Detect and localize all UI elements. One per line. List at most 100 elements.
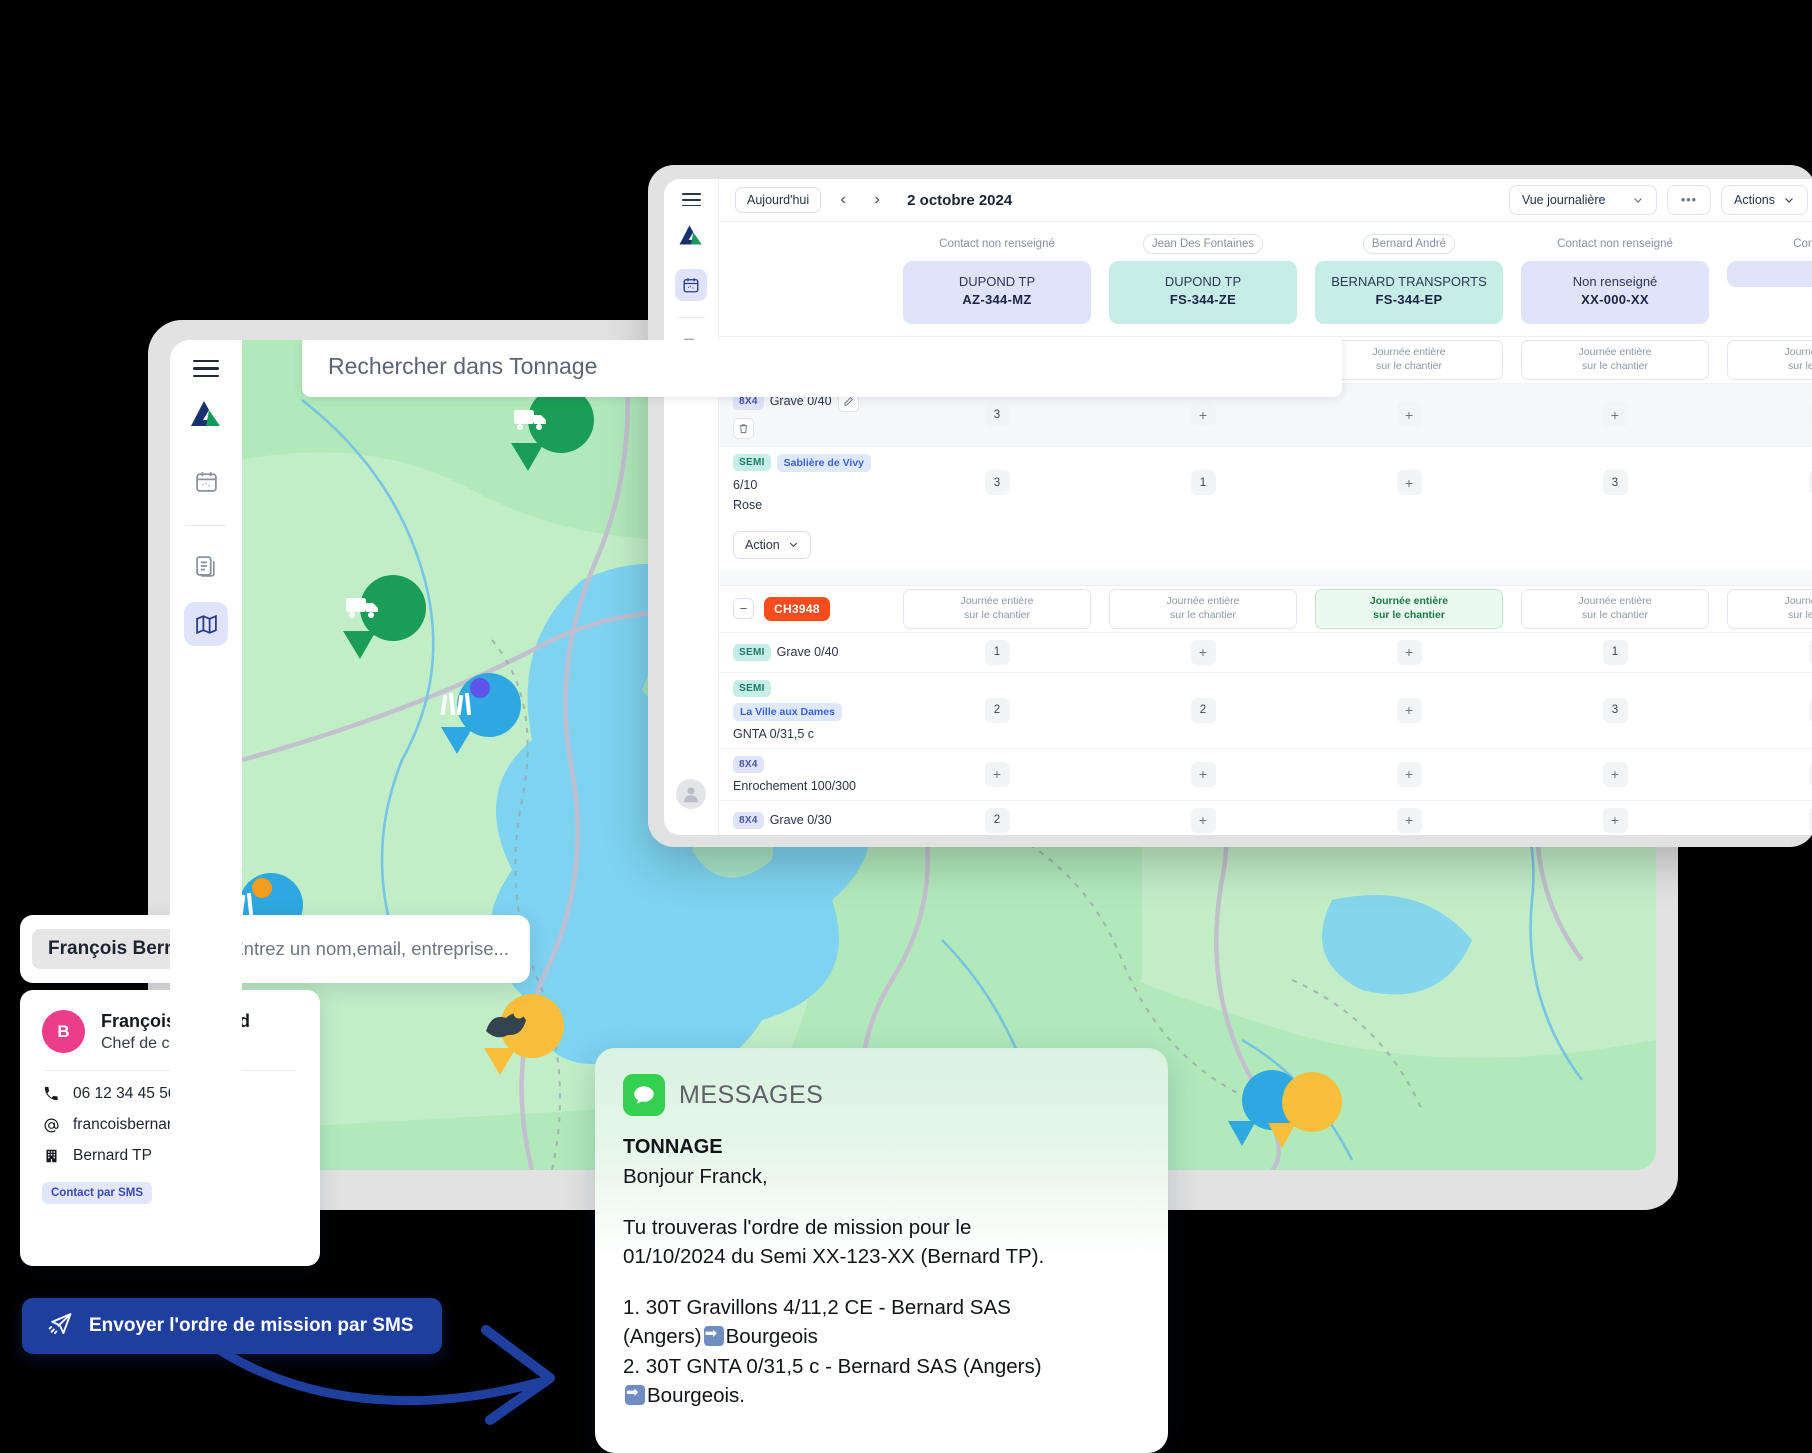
arrow-right-icon [625,1385,645,1405]
cell-value[interactable]: + [1397,762,1422,787]
today-button[interactable]: Aujourd'hui [735,187,821,213]
cell-value[interactable]: 1 [1603,640,1628,665]
cell-value[interactable]: + [1809,808,1812,833]
cell-value[interactable]: + [1397,808,1422,833]
phone-icon [42,1086,60,1102]
day-status-chip[interactable]: Journée entière sur le chantier [1315,340,1503,379]
cell-value[interactable]: 1 [1191,470,1216,495]
contact-chip[interactable]: Bernard André [1363,234,1455,254]
view-mode-select[interactable]: Vue journalière [1509,185,1657,215]
rail-divider [677,317,705,318]
vehicle-card[interactable]: BERNARD TRANSPORTS FS-344-EP [1315,261,1503,324]
cell-value[interactable]: + [1809,470,1812,495]
more-options-button[interactable]: ••• [1667,185,1711,215]
cell-value[interactable]: + [1603,402,1628,427]
cell-value[interactable]: 2 [1191,698,1216,723]
row-subtitle: GNTA 0/31,5 c [733,727,884,741]
day-status-chip[interactable]: Journée entière sur le chantier [1727,589,1812,628]
contact-search-box[interactable]: François Bernard Entrez un nom,email, en… [20,915,530,983]
chevron-down-icon [788,539,799,550]
contact-chip[interactable]: Jean Des Fontaines [1143,234,1263,254]
contact-chip[interactable]: Contact no [1784,234,1812,254]
sms-item1-line2: (Angers)Bourgeois [623,1322,1140,1351]
cell-value[interactable]: + [1603,808,1628,833]
menu-burger-icon[interactable] [193,360,219,378]
cell-value[interactable]: + [1397,402,1422,427]
sms-item2-dest: Bourgeois. [647,1384,745,1407]
cell-value[interactable]: 1 [985,640,1010,665]
cell-value[interactable]: 2 [985,808,1010,833]
sms-body-line1: Tu trouveras l'ordre de mission pour le [623,1213,1140,1242]
delete-icon[interactable] [733,418,754,439]
cell-value[interactable]: + [1397,698,1422,723]
cell-value[interactable]: + [1191,640,1216,665]
vehicle-card[interactable] [1727,261,1812,287]
vehicle-plate: AZ-344-MZ [909,291,1085,309]
vehicle-card[interactable]: Non renseigné XX-000-XX [1521,261,1709,324]
cell-value[interactable]: + [1191,808,1216,833]
day-chip-line1: Journée entière [1370,595,1448,607]
cell-value[interactable]: + [985,762,1010,787]
cell-value[interactable]: 2 [985,698,1010,723]
cell-value[interactable]: + [1809,762,1812,787]
sms-item1-origin: (Angers) [623,1325,702,1348]
cell-value[interactable]: 3 [1603,470,1628,495]
vehicle-type-tag: 8X4 [733,756,764,773]
day-chip-line2: sur le chantier [1582,609,1648,621]
day-status-chip[interactable]: Journée entière sur le chantier [1109,589,1297,628]
quarry-tag[interactable]: Sablière de Vivy [777,454,871,472]
cell-value[interactable]: + [1809,640,1812,665]
cell-value[interactable]: + [1191,402,1216,427]
vehicle-type-tag: SEMI [733,454,771,471]
contact-chip[interactable]: Contact non renseigné [1548,234,1682,254]
next-day-button[interactable]: › [865,188,889,212]
day-status-chip[interactable]: Journée entière sur le chantier [1521,340,1709,379]
material-label: Grave 0/40 [777,645,839,659]
cell-value[interactable]: 3 [985,470,1010,495]
sms-spacer [623,1191,1140,1213]
day-chip-line1: Journée entière [1785,595,1812,607]
contact-company: Bernard TP [73,1147,152,1165]
cell-value[interactable]: + [1603,762,1628,787]
cell-value[interactable]: + [1397,640,1422,665]
avatar: B [42,1010,85,1053]
site-badge[interactable]: CH3948 [764,597,830,621]
vehicle-column: Contact non renseigné DUPOND TP AZ-344-M… [894,234,1100,324]
building-icon [42,1148,60,1164]
menu-burger-icon[interactable] [682,193,701,207]
actions-button[interactable]: Actions [1721,185,1808,215]
view-mode-label: Vue journalière [1522,193,1606,207]
day-chip-line1: Journée entière [1579,595,1652,607]
vehicle-column: Contact no [1718,234,1812,324]
cell-value[interactable]: 3 [985,402,1010,427]
sms-item2-line2: Bourgeois. [623,1381,1140,1410]
day-status-chip[interactable]: Journée entière sur le chantier [903,589,1091,628]
row-subtitle: Rose [733,498,884,512]
sidebar-item-map[interactable] [184,602,228,646]
cell-value[interactable]: + [1809,698,1812,723]
planner-grid[interactable]: Contact non renseigné DUPOND TP AZ-344-M… [719,222,1812,835]
vehicle-card[interactable]: DUPOND TP FS-344-ZE [1109,261,1297,324]
at-icon [42,1117,60,1134]
contact-chip[interactable]: Contact non renseigné [930,234,1064,254]
prev-day-button[interactable]: ‹ [831,188,855,212]
day-status-chip[interactable]: Journée entière sur le chantier [1727,340,1812,379]
cell-value[interactable]: + [1397,470,1422,495]
quarry-tag[interactable]: La Ville aux Dames [733,703,842,721]
cell-value[interactable]: + [1191,762,1216,787]
group-action-button[interactable]: Action [733,531,811,559]
sidebar-item-calendar[interactable] [675,269,707,301]
day-status-chip-active[interactable]: Journée entière sur le chantier [1315,589,1503,628]
messages-app-icon [623,1074,665,1116]
sidebar-item-calendar[interactable] [184,459,228,503]
header-row-label-spacer [719,234,894,324]
cell-value[interactable]: + [1809,402,1812,427]
planning-window-frame: Aujourd'hui ‹ › 2 octobre 2024 Vue journ… [648,165,1812,847]
day-status-chip[interactable]: Journée entière sur le chantier [1521,589,1709,628]
cell-value[interactable]: 3 [1603,698,1628,723]
map-search-input[interactable]: Rechercher dans Tonnage [302,340,1342,397]
vehicle-card[interactable]: DUPOND TP AZ-344-MZ [903,261,1091,324]
sidebar-item-documents[interactable] [184,544,228,588]
collapse-group-button[interactable]: − [733,598,754,619]
user-avatar[interactable] [676,779,706,809]
